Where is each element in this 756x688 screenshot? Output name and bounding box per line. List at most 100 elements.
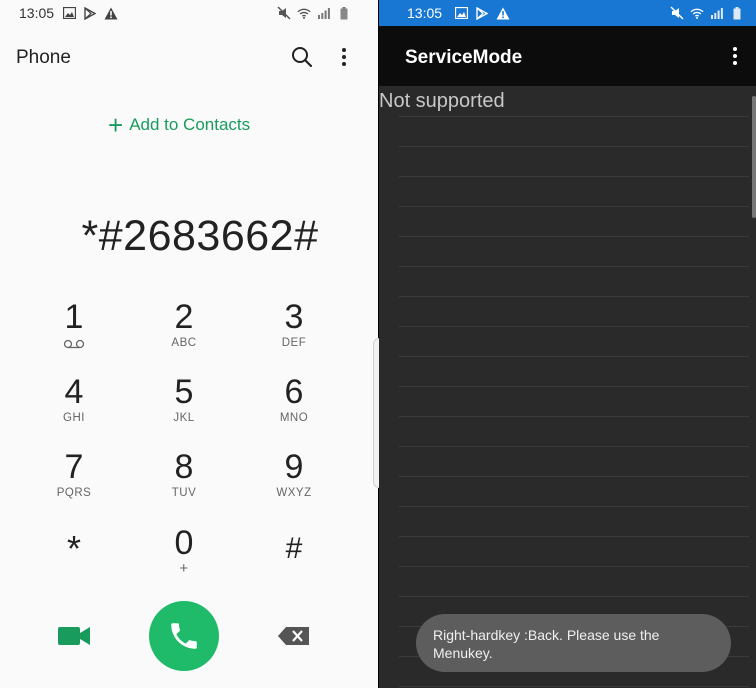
status-time: 13:05 xyxy=(407,5,443,21)
list-divider xyxy=(399,266,749,267)
key-digit: 2 xyxy=(174,298,194,336)
more-vert-icon xyxy=(342,48,346,66)
video-call-button[interactable] xyxy=(56,623,92,649)
status-bar: 13:05 xyxy=(379,0,756,26)
key-digit: 6 xyxy=(284,373,304,411)
service-mode-screen: 13:05 ServiceMode Not supported Right-ha… xyxy=(379,0,756,688)
more-options-button[interactable] xyxy=(726,44,744,68)
key-digit: 3 xyxy=(284,298,304,336)
wifi-icon xyxy=(690,6,704,20)
add-to-contacts-button[interactable]: + Add to Contacts xyxy=(108,112,250,138)
status-notification-icons xyxy=(454,6,510,20)
key-6[interactable]: 6 MNO xyxy=(249,373,339,437)
key-2[interactable]: 2 ABC xyxy=(139,298,229,362)
list-divider xyxy=(399,296,749,297)
status-bar: 13:05 xyxy=(0,0,378,26)
add-to-contacts-label: Add to Contacts xyxy=(129,115,251,134)
scrollbar[interactable] xyxy=(752,96,756,218)
key-9[interactable]: 9 WXYZ xyxy=(249,448,339,512)
key-4[interactable]: 4 GHI xyxy=(29,373,119,437)
key-letters: TUV xyxy=(171,487,197,499)
wifi-icon xyxy=(297,6,311,20)
phone-icon xyxy=(171,623,197,649)
video-camera-icon xyxy=(58,627,90,645)
key-star[interactable]: * xyxy=(29,530,119,594)
key-digit: 5 xyxy=(174,373,194,411)
list-divider xyxy=(399,416,749,417)
list-divider xyxy=(399,176,749,177)
page-title: Phone xyxy=(16,47,71,68)
backspace-button[interactable] xyxy=(277,626,311,646)
signal-icon xyxy=(317,6,331,20)
mute-icon xyxy=(670,6,684,20)
key-digit: * xyxy=(66,528,81,569)
app-bar: ServiceMode xyxy=(379,26,756,86)
list-divider xyxy=(399,506,749,507)
key-digit: 0 xyxy=(174,524,194,562)
list-divider xyxy=(399,536,749,537)
list-divider xyxy=(399,386,749,387)
list-divider xyxy=(399,596,749,597)
play-store-icon xyxy=(475,6,489,20)
status-notification-icons xyxy=(62,6,118,20)
key-digit: 1 xyxy=(64,298,84,336)
key-5[interactable]: 5 JKL xyxy=(139,373,229,437)
key-0[interactable]: 0 + xyxy=(139,524,229,588)
key-letters: MNO xyxy=(279,412,309,424)
list-divider xyxy=(399,206,749,207)
plus-icon: + xyxy=(108,110,124,140)
image-icon xyxy=(62,6,76,20)
list-divider xyxy=(399,146,749,147)
status-time: 13:05 xyxy=(19,5,55,21)
list-divider xyxy=(399,356,749,357)
battery-icon xyxy=(337,6,351,20)
voicemail-icon xyxy=(29,336,119,350)
key-letters: ABC xyxy=(171,337,197,349)
image-icon xyxy=(454,6,468,20)
call-button[interactable] xyxy=(149,601,219,671)
key-letters: PQRS xyxy=(56,487,92,499)
service-mode-list xyxy=(379,86,756,688)
backspace-icon xyxy=(278,627,309,645)
key-letters: + xyxy=(179,560,189,577)
key-7[interactable]: 7 PQRS xyxy=(29,448,119,512)
key-digit: # xyxy=(285,532,303,565)
key-hash[interactable]: # xyxy=(249,530,339,594)
warning-icon xyxy=(104,6,118,20)
list-divider xyxy=(399,116,749,117)
list-divider xyxy=(399,686,749,687)
list-divider xyxy=(399,236,749,237)
more-vert-icon xyxy=(733,47,737,65)
key-letters: WXYZ xyxy=(276,487,312,499)
key-digit: 9 xyxy=(284,448,304,486)
battery-icon xyxy=(730,6,744,20)
key-letters: GHI xyxy=(63,412,85,424)
status-system-icons xyxy=(277,6,351,20)
warning-icon xyxy=(496,6,510,20)
list-divider xyxy=(399,566,749,567)
status-system-icons xyxy=(670,6,744,20)
key-digit: 4 xyxy=(64,373,84,411)
page-title: ServiceMode xyxy=(405,47,523,68)
play-store-icon xyxy=(83,6,97,20)
key-letters: DEF xyxy=(281,337,307,349)
phone-dialer-screen: 13:05 Phone + Add to Contacts *#2683662#… xyxy=(0,0,381,688)
mute-icon xyxy=(277,6,291,20)
list-divider xyxy=(399,326,749,327)
search-button[interactable] xyxy=(290,45,314,69)
signal-icon xyxy=(710,6,724,20)
dialed-number: *#2683662# xyxy=(81,212,319,260)
key-digit: 8 xyxy=(174,448,194,486)
key-1[interactable]: 1 xyxy=(29,298,119,362)
list-divider xyxy=(399,446,749,447)
key-3[interactable]: 3 DEF xyxy=(249,298,339,362)
key-letters: JKL xyxy=(173,412,195,424)
key-8[interactable]: 8 TUV xyxy=(139,448,229,512)
toast-message: Right-hardkey :Back. Please use the Menu… xyxy=(416,614,731,672)
app-bar: Phone xyxy=(0,40,378,76)
search-icon xyxy=(292,47,313,68)
status-message: Not supported xyxy=(379,90,505,112)
key-digit: 7 xyxy=(64,448,84,486)
list-divider xyxy=(399,476,749,477)
more-options-button[interactable] xyxy=(335,45,353,69)
